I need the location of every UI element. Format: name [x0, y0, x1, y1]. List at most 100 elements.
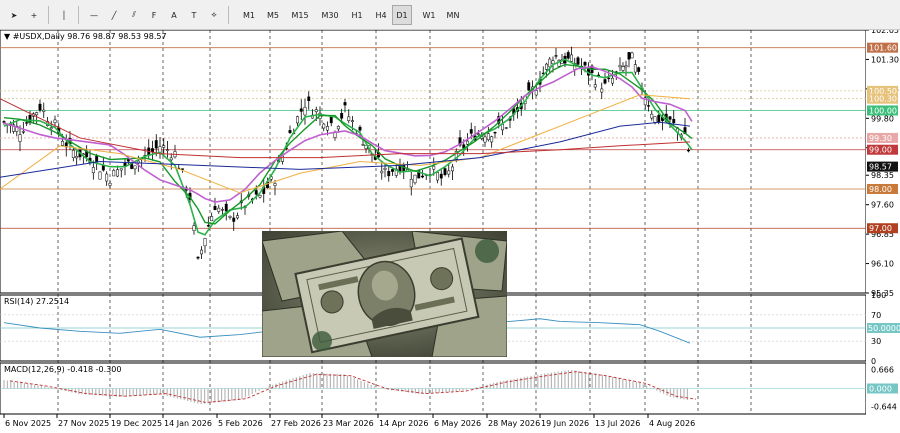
timeframe-m15[interactable]: M15	[284, 5, 316, 25]
candle-body	[116, 169, 119, 177]
candle-body	[527, 82, 531, 91]
candle-body	[607, 77, 611, 80]
candle-body	[687, 149, 690, 152]
timeframe-m1[interactable]: M1	[236, 5, 262, 25]
date-tick-label: 23 Mar 2026	[323, 419, 374, 428]
timeframe-d1[interactable]: D1	[392, 5, 412, 25]
candle-body	[162, 145, 166, 148]
candle-body	[483, 136, 487, 143]
date-tick-label: 27 Feb 2026	[271, 419, 321, 428]
timeframe-m5[interactable]: M5	[260, 5, 286, 25]
timeframe-h4[interactable]: H4	[368, 5, 394, 25]
candle-body	[224, 203, 228, 212]
candle-body	[627, 52, 631, 60]
text-icon[interactable]: A	[166, 5, 182, 25]
date-tick-label: 28 May 2026	[488, 419, 540, 428]
candle-body	[351, 120, 354, 122]
candle-body	[258, 195, 262, 198]
candle-body	[169, 157, 173, 161]
candle-body	[322, 123, 326, 129]
candle-body	[288, 130, 292, 134]
price-level-tag-label: 99.30	[869, 134, 892, 143]
macd-tick-label: -0.644	[871, 403, 897, 412]
candle-body	[98, 171, 102, 180]
timeframe-m30[interactable]: M30	[314, 5, 346, 25]
candle-body	[336, 126, 340, 130]
candle-body	[108, 182, 112, 186]
candle-body	[119, 168, 123, 171]
trendline-icon[interactable]: ╱	[106, 5, 122, 25]
candle-body	[653, 116, 657, 123]
candle-body	[217, 207, 221, 212]
candle-body	[380, 170, 384, 174]
candle-body	[469, 129, 473, 134]
candle-body	[421, 175, 424, 178]
candle-body	[657, 114, 661, 123]
candle-body	[307, 96, 311, 102]
candle-body	[296, 116, 299, 124]
fibonacci-icon[interactable]: F	[146, 5, 162, 25]
candle-body	[133, 165, 137, 170]
date-tick-label: 19 Jun 2026	[541, 419, 589, 428]
label-icon[interactable]: T	[186, 5, 202, 25]
candle-body	[548, 58, 552, 68]
rsi-tick-label: 30	[871, 337, 881, 346]
rsi-level-tag-label: 50.0000	[868, 324, 900, 333]
cursor-icon[interactable]: ➤	[6, 5, 22, 25]
vertical-line-icon[interactable]: │	[56, 5, 72, 25]
candle-body	[200, 249, 203, 255]
candle-body	[672, 118, 676, 123]
date-tick-label: 6 May 2026	[434, 419, 481, 428]
candle-body	[443, 168, 447, 175]
price-tick-label: 98.35	[871, 171, 894, 180]
candle-body	[387, 170, 391, 177]
candle-body	[42, 109, 46, 112]
candle-body	[21, 131, 25, 133]
candle-body	[151, 148, 154, 152]
chart-header: ▼ #USDX,Daily 98.76 98.87 98.53 98.57	[4, 32, 167, 41]
candle-body	[206, 225, 210, 227]
candle-body	[347, 116, 351, 121]
macd-label: MACD(12,26,9) -0.418 -0.300	[4, 365, 121, 374]
price-tick-label: 101.30	[871, 55, 899, 64]
candle-body	[633, 64, 637, 73]
candle-body	[95, 155, 99, 163]
candle-body	[624, 65, 628, 68]
price-tick-label: 102.05	[871, 30, 899, 35]
timeframe-mn[interactable]: MN	[440, 5, 466, 25]
candle-body	[618, 65, 622, 68]
candle-body	[570, 54, 573, 62]
candle-body	[650, 113, 654, 119]
candle-body	[504, 127, 508, 129]
price-level-tag-label: 97.00	[869, 224, 892, 233]
date-tick-label: 4 Aug 2026	[649, 419, 695, 428]
date-tick-label: 19 Dec 2025	[111, 419, 162, 428]
candle-body	[299, 108, 303, 112]
candle-body	[154, 140, 158, 149]
toolbar-separator	[48, 6, 49, 24]
candle-body	[447, 170, 451, 175]
horizontal-line-icon[interactable]: —	[86, 5, 102, 25]
timeframe-w1[interactable]: W1	[416, 5, 442, 25]
candle-body	[181, 168, 184, 170]
candle-body	[545, 63, 548, 70]
candle-body	[210, 216, 214, 222]
toolbar: ➤ + │ — ╱ ⫽ F A T ⟡ M1 M5 M15 M30 H1 H4 D1 W1 MN	[0, 0, 900, 30]
crosshair-icon[interactable]: +	[26, 5, 42, 25]
rsi-tick-label: 70	[871, 311, 881, 320]
candle-body	[576, 57, 580, 65]
macd-tick-label: 0.666	[871, 366, 894, 375]
candle-body	[566, 52, 570, 59]
candle-body	[611, 77, 614, 84]
toolbar-separator	[78, 6, 79, 24]
shapes-icon[interactable]: ⟡	[206, 5, 222, 25]
price-level-tag-label: 100.30	[869, 95, 897, 104]
timeframe-h1[interactable]: H1	[344, 5, 370, 25]
date-tick-label: 13 Jul 2026	[595, 419, 640, 428]
rsi-label: RSI(14) 27.2514	[4, 297, 69, 306]
candle-body	[166, 149, 169, 151]
candle-body	[436, 172, 439, 181]
channel-icon[interactable]: ⫽	[126, 5, 142, 25]
candle-body	[192, 225, 196, 231]
candle-body	[383, 167, 387, 170]
